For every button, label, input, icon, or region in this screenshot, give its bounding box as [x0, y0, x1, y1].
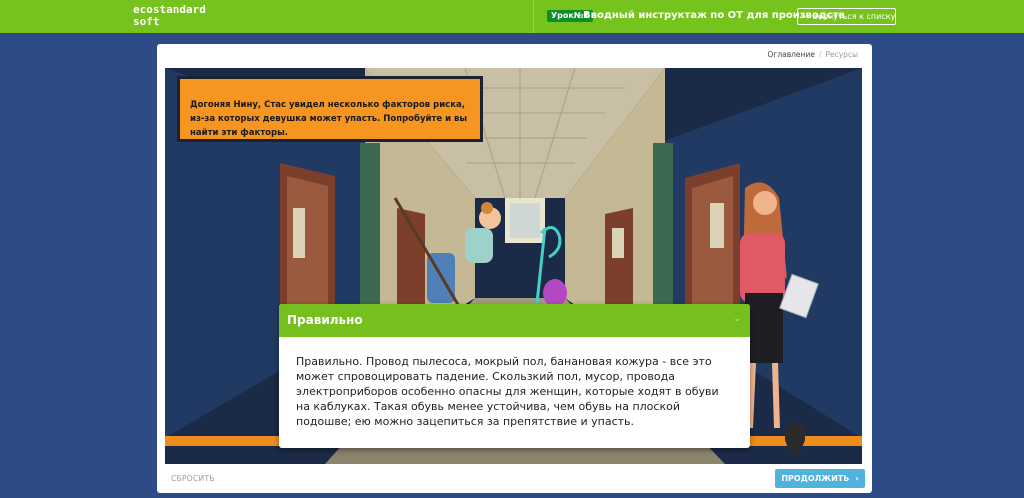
nav-separator: /: [818, 50, 822, 59]
task-text: Догоняя Нину, Стас увидел несколько факт…: [190, 100, 468, 138]
continue-button[interactable]: ПРОДОЛЖИТЬ ›: [775, 469, 865, 488]
logo-line-2: soft: [133, 15, 160, 28]
resources-link[interactable]: Ресурсы: [825, 50, 858, 59]
chevron-down-icon[interactable]: ⌄: [733, 314, 741, 324]
feedback-header[interactable]: Правильно ⌄: [279, 304, 750, 337]
contents-link[interactable]: Оглавление: [767, 50, 814, 59]
card-nav: Оглавление / Ресурсы: [767, 50, 858, 59]
feedback-modal: Правильно ⌄ Правильно. Провод пылесоса, …: [279, 304, 750, 448]
task-box: Догоняя Нину, Стас увидел несколько факт…: [177, 76, 483, 142]
header-divider: [533, 0, 534, 33]
feedback-body: Правильно. Провод пылесоса, мокрый пол, …: [296, 355, 719, 428]
reset-button[interactable]: СБРОСИТЬ: [171, 474, 215, 483]
back-to-list-label: Вернуться к списку: [812, 12, 896, 21]
back-to-list-button[interactable]: ← Вернуться к списку: [797, 8, 896, 25]
feedback-title: Правильно: [287, 313, 363, 327]
arrow-left-icon: ←: [802, 12, 810, 22]
top-bar: ecostandard soft Урок№1 Вводный инструкт…: [0, 0, 1024, 33]
continue-label: ПРОДОЛЖИТЬ: [781, 474, 850, 483]
logo[interactable]: ecostandard soft: [133, 4, 206, 28]
chevron-right-icon: ›: [855, 474, 859, 483]
